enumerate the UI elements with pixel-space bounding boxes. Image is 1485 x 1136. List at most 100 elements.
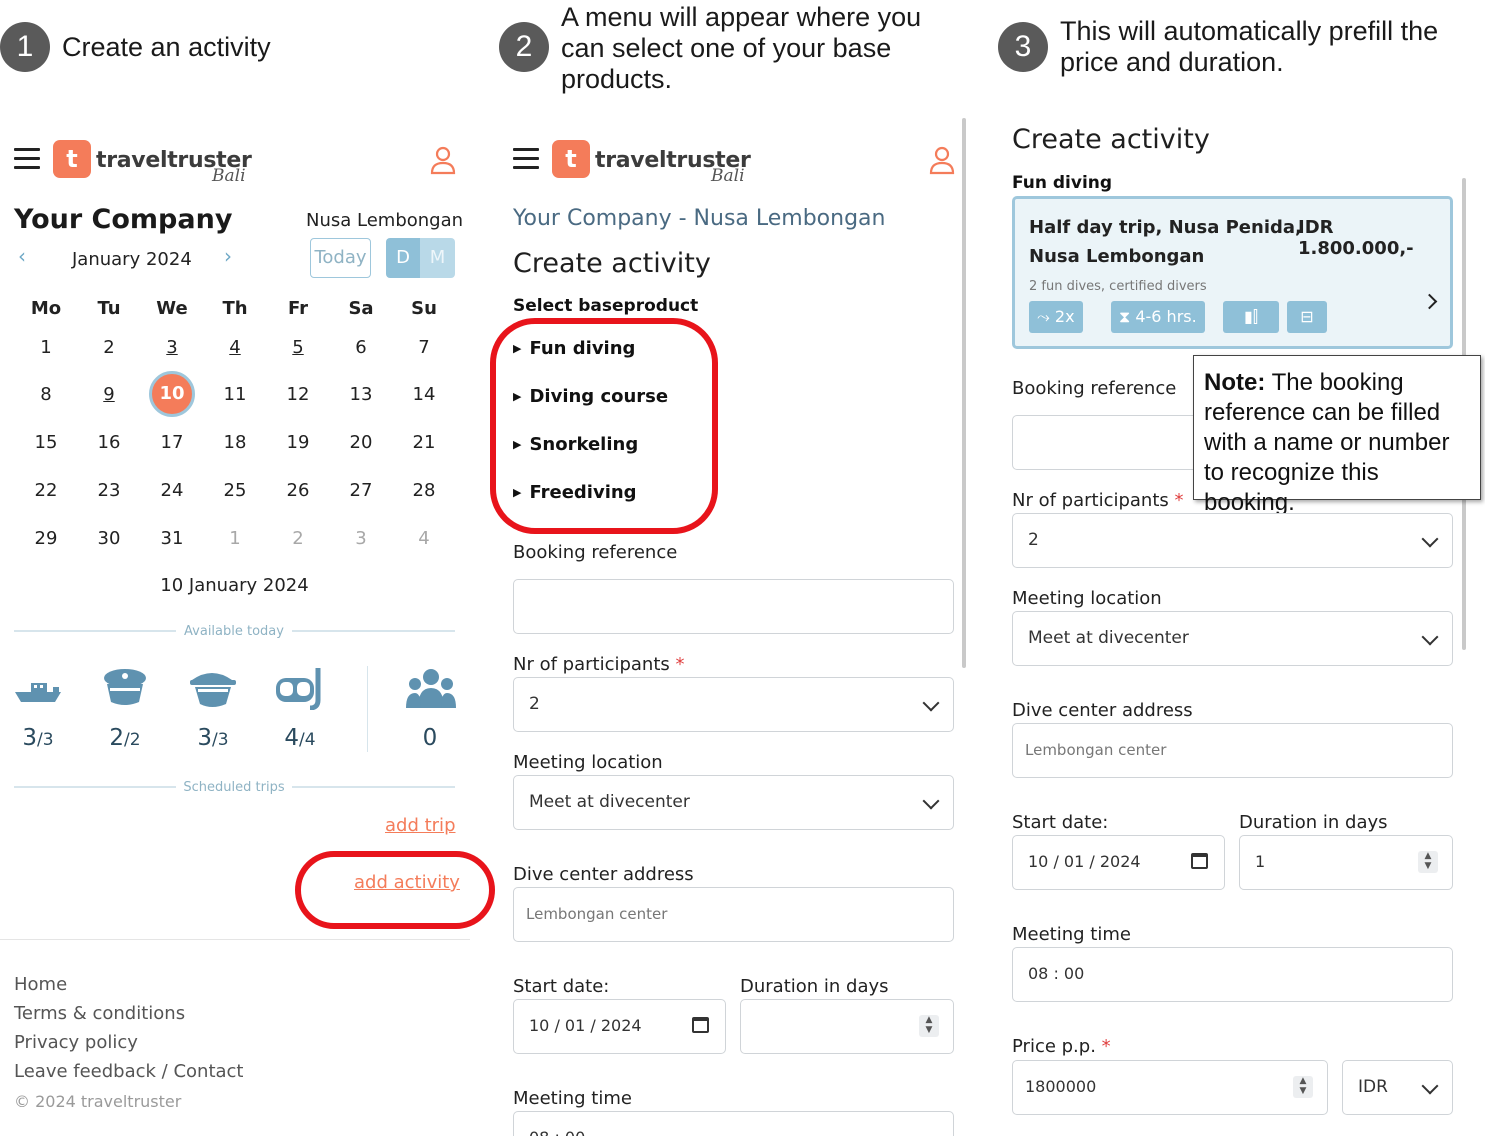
user-icon[interactable] bbox=[430, 146, 456, 176]
calendar-icon[interactable] bbox=[1191, 853, 1208, 869]
stat-instructors: 3/3 bbox=[197, 725, 229, 751]
note-callout: Note: The booking reference can be fille… bbox=[1193, 355, 1481, 516]
calendar-icon[interactable] bbox=[692, 1017, 709, 1033]
product-description: 2 fun dives, certified divers bbox=[1029, 279, 1207, 294]
calendar-day[interactable]: 26 bbox=[278, 480, 318, 501]
divider bbox=[14, 630, 176, 632]
meeting-location-select[interactable]: Meet at divecenter bbox=[513, 775, 954, 830]
scrollbar[interactable] bbox=[962, 118, 966, 668]
calendar-day[interactable]: 24 bbox=[152, 480, 192, 501]
spinner-icon[interactable]: ▲ ▼ bbox=[1293, 1076, 1313, 1098]
hourglass-icon: ⧗ bbox=[1119, 307, 1136, 326]
calendar-day[interactable]: 28 bbox=[404, 480, 444, 501]
add-trip-link[interactable]: add trip bbox=[385, 815, 456, 836]
menu-icon[interactable] bbox=[513, 148, 539, 170]
calendar-day[interactable]: 22 bbox=[26, 480, 66, 501]
company-heading: Your Company - Nusa Lembongan bbox=[513, 206, 886, 231]
dive-center-address-input[interactable]: Lembongan center bbox=[1012, 723, 1453, 778]
calendar-day[interactable]: 25 bbox=[215, 480, 255, 501]
select-baseproduct-label: Select baseproduct bbox=[513, 296, 699, 316]
calendar-day[interactable]: 5 bbox=[278, 337, 318, 358]
calendar-day[interactable]: 19 bbox=[278, 432, 318, 453]
product-card[interactable]: Half day trip, Nusa Penida, Nusa Lembong… bbox=[1012, 196, 1453, 349]
meeting-time-input[interactable]: 08 : 00 bbox=[1012, 947, 1453, 1002]
calendar-day[interactable]: 18 bbox=[215, 432, 255, 453]
user-icon[interactable] bbox=[929, 146, 955, 176]
calendar-day[interactable]: 1 bbox=[26, 337, 66, 358]
calendar-day[interactable]: 21 bbox=[404, 432, 444, 453]
calendar-day[interactable]: 20 bbox=[341, 432, 381, 453]
calendar-day-next-month[interactable]: 1 bbox=[215, 528, 255, 549]
month-view-button[interactable]: M bbox=[420, 238, 455, 278]
calendar-day[interactable]: 7 bbox=[404, 337, 444, 358]
chevron-right-icon[interactable] bbox=[1421, 293, 1438, 310]
stat-boats: 3/3 bbox=[22, 725, 54, 751]
duration-input[interactable]: ▲ ▼ bbox=[740, 999, 954, 1054]
calendar-day[interactable]: 9 bbox=[89, 384, 129, 405]
people-icon bbox=[406, 669, 456, 708]
calendar-day[interactable]: 15 bbox=[26, 432, 66, 453]
dive-center-address-input[interactable]: Lembongan center bbox=[513, 887, 954, 942]
calendar-day[interactable]: 29 bbox=[26, 528, 66, 549]
calendar-day-selected[interactable]: 10 bbox=[149, 371, 195, 417]
meeting-location-select[interactable]: Meet at divecenter bbox=[1012, 611, 1453, 666]
meeting-time-input[interactable]: 08 : 00 bbox=[513, 1111, 954, 1136]
calendar-day[interactable]: 31 bbox=[152, 528, 192, 549]
footer-feedback-link[interactable]: Leave feedback / Contact bbox=[14, 1061, 244, 1082]
start-date-input[interactable]: 10 / 01 / 2024 bbox=[1012, 835, 1225, 890]
diver-icon: ⤳ bbox=[1037, 307, 1055, 326]
duration-chip: ⧗ 4-6 hrs. bbox=[1111, 301, 1205, 333]
captain-hat-icon bbox=[104, 669, 146, 705]
calendar-day[interactable]: 3 bbox=[152, 337, 192, 358]
page-title: Create activity bbox=[1012, 124, 1210, 155]
footer-terms-link[interactable]: Terms & conditions bbox=[14, 1003, 185, 1024]
calendar-day[interactable]: 23 bbox=[89, 480, 129, 501]
calendar-day[interactable]: 27 bbox=[341, 480, 381, 501]
prev-month-icon[interactable]: ‹ bbox=[18, 244, 26, 268]
duration-label: Duration in days bbox=[1239, 812, 1388, 833]
calendar-day-next-month[interactable]: 3 bbox=[341, 528, 381, 549]
calendar-day[interactable]: 11 bbox=[215, 384, 255, 405]
currency-select[interactable]: IDR bbox=[1342, 1060, 1453, 1115]
calendar-day[interactable]: 4 bbox=[215, 337, 255, 358]
divider bbox=[14, 786, 176, 788]
divider bbox=[292, 786, 455, 788]
calendar-day[interactable]: 8 bbox=[26, 384, 66, 405]
available-today-label: Available today bbox=[184, 624, 284, 639]
day-view-button[interactable]: D bbox=[386, 238, 420, 278]
mask-snorkel-icon bbox=[276, 668, 321, 710]
dives-chip: ⤳ 2x bbox=[1029, 301, 1083, 333]
calendar-day[interactable]: 2 bbox=[89, 337, 129, 358]
footer-home-link[interactable]: Home bbox=[14, 974, 67, 995]
calendar-day-next-month[interactable]: 4 bbox=[404, 528, 444, 549]
bus-icon: ⊟ bbox=[1287, 301, 1327, 333]
start-date-label: Start date: bbox=[1012, 812, 1109, 833]
calendar-day[interactable]: 16 bbox=[89, 432, 129, 453]
today-button[interactable]: Today bbox=[310, 238, 371, 278]
calendar-day[interactable]: 12 bbox=[278, 384, 318, 405]
spinner-icon[interactable]: ▲ ▼ bbox=[1418, 851, 1438, 873]
calendar-day[interactable]: 6 bbox=[341, 337, 381, 358]
spinner-icon[interactable]: ▲ ▼ bbox=[919, 1015, 939, 1037]
calendar-day[interactable]: 17 bbox=[152, 432, 192, 453]
chevron-down-icon bbox=[1421, 530, 1439, 548]
participants-select[interactable]: 2 bbox=[1012, 513, 1453, 568]
chevron-down-icon bbox=[922, 792, 940, 810]
price-input[interactable]: 1800000 ▲ ▼ bbox=[1012, 1060, 1328, 1115]
calendar-day[interactable]: 14 bbox=[404, 384, 444, 405]
duration-input[interactable]: 1 ▲ ▼ bbox=[1239, 835, 1453, 890]
calendar-day-next-month[interactable]: 2 bbox=[278, 528, 318, 549]
start-date-label: Start date: bbox=[513, 976, 610, 997]
product-name: Half day trip, Nusa Penida, bbox=[1029, 217, 1302, 238]
location-name: Nusa Lembongan bbox=[306, 210, 464, 231]
weekday-mo: Mo bbox=[30, 298, 62, 319]
calendar-day[interactable]: 13 bbox=[341, 384, 381, 405]
menu-icon[interactable] bbox=[14, 148, 40, 170]
footer-privacy-link[interactable]: Privacy policy bbox=[14, 1032, 138, 1053]
start-date-input[interactable]: 10 / 01 / 2024 bbox=[513, 999, 726, 1054]
booking-reference-input[interactable] bbox=[513, 579, 954, 634]
next-month-icon[interactable]: › bbox=[224, 244, 232, 268]
meeting-time-label: Meeting time bbox=[513, 1088, 632, 1109]
calendar-day[interactable]: 30 bbox=[89, 528, 129, 549]
participants-select[interactable]: 2 bbox=[513, 677, 954, 732]
